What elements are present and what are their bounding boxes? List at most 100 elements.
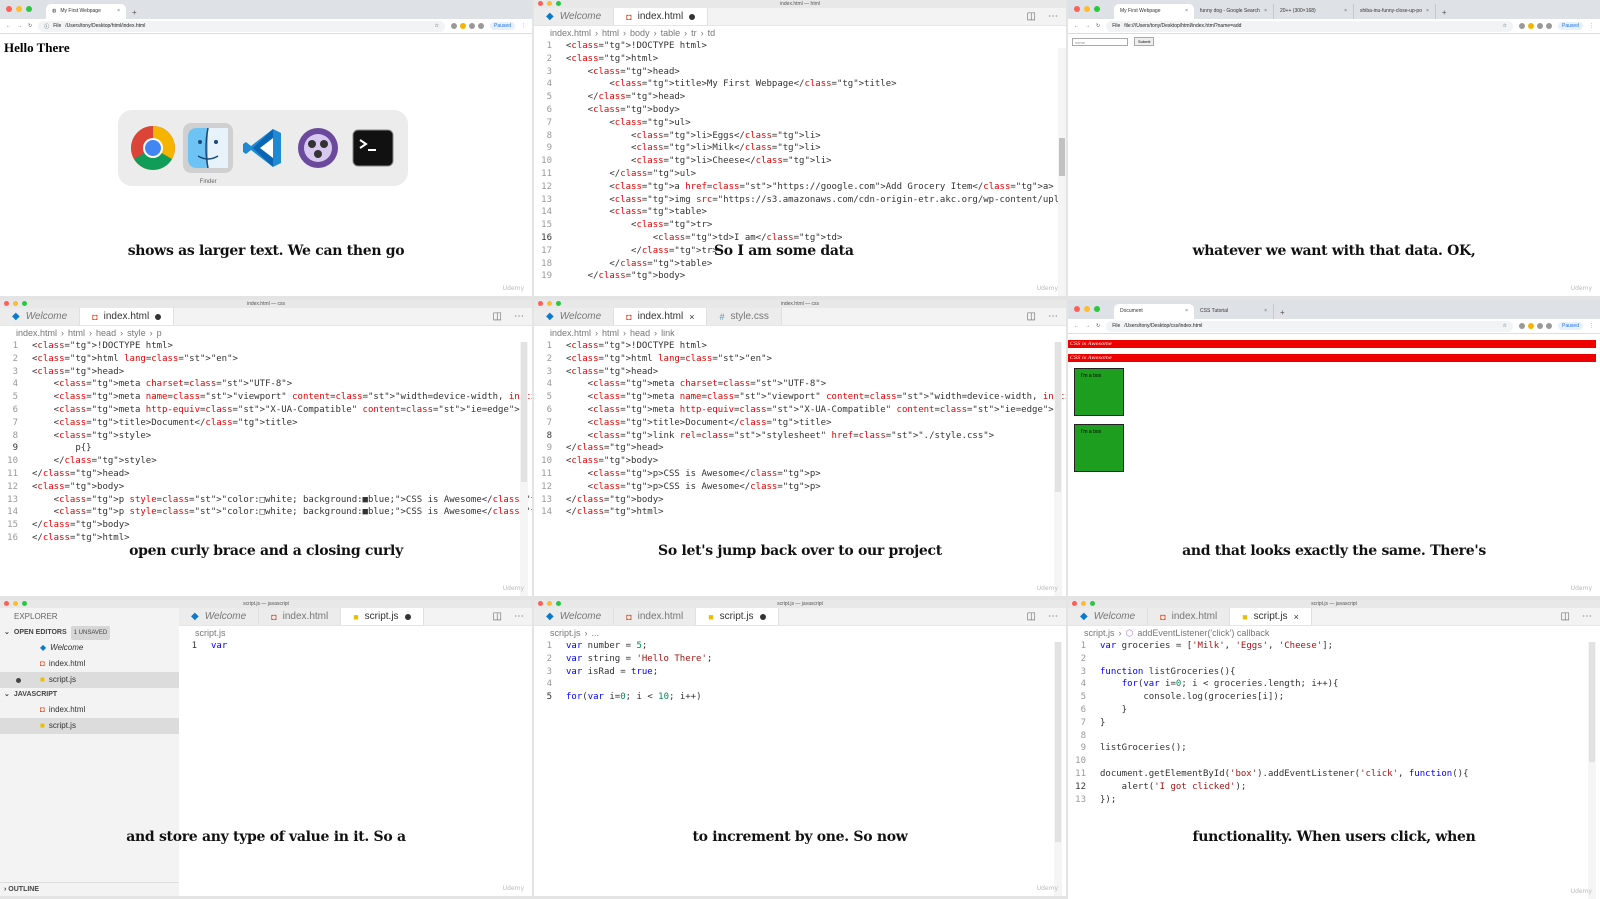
tab-welcome[interactable]: ◆ Welcome (534, 8, 615, 25)
open-editor-item[interactable]: ■ script.js (0, 672, 179, 688)
extensions[interactable] (1519, 323, 1553, 329)
code-line[interactable]: 10 <class="tg">body> (534, 455, 1066, 468)
tab-welcome[interactable]: ◆ Welcome (534, 608, 615, 625)
file-item[interactable]: ◘ index.html (0, 702, 179, 718)
open-editors-section[interactable]: ⌄ OPEN EDITORS 1 UNSAVED (0, 626, 179, 640)
chrome-icon[interactable] (128, 123, 178, 173)
open-editor-item[interactable]: ◘ index.html (0, 656, 179, 672)
tab-welcome[interactable]: ◆ Welcome (1068, 608, 1149, 625)
browser-tab[interactable]: ◍ My First Webpage × (46, 4, 126, 19)
code-line[interactable]: 14 <class="tg">p style=class="st">"color… (0, 506, 532, 519)
tab-script-js[interactable]: ■ script.js (696, 608, 779, 625)
split-editor-icon[interactable]: ◫ (493, 311, 502, 322)
new-tab-button[interactable]: + (126, 6, 143, 19)
unsaved-dot[interactable] (689, 13, 696, 20)
code-line[interactable]: 15 </class="tg">body> (0, 519, 532, 532)
code-line[interactable]: 4 <class="tg">meta charset=class="st">"U… (0, 378, 532, 391)
code-editor[interactable]: 1 var (179, 640, 532, 700)
code-line[interactable]: 12 <class="tg">p>CSS is Awesome</class="… (534, 481, 1066, 494)
code-line[interactable]: 4 <class="tg">meta charset=class="st">"U… (534, 378, 1066, 391)
code-line[interactable]: 8 <class="tg">link rel=class="st">"style… (534, 430, 1066, 443)
new-tab-button[interactable]: + (1436, 6, 1453, 19)
code-line[interactable]: 14 <class="tg">table> (534, 206, 1066, 219)
code-line[interactable]: 11 document.getElementById('box').addEven… (1068, 768, 1600, 781)
browser-tab[interactable]: 20++ (300×168) × (1274, 4, 1354, 19)
browser-tab[interactable]: shiba-inu-funny-close-up-po × (1354, 4, 1436, 19)
more-icon[interactable]: ⋯ (1048, 311, 1058, 322)
code-line[interactable]: 2 <class="tg">html> (534, 53, 1066, 66)
menu-icon[interactable]: ⋮ (1589, 323, 1594, 329)
more-icon[interactable]: ⋯ (514, 611, 524, 622)
tab-index-html[interactable]: ◘ index.html (614, 8, 709, 25)
tab-index-html[interactable]: ◘ index.html × (614, 308, 708, 325)
code-line[interactable]: 9 </class="tg">head> (534, 442, 1066, 455)
vscode-icon[interactable] (238, 123, 288, 173)
browser-tab[interactable]: funny dog - Google Search × (1194, 4, 1274, 19)
code-line[interactable]: 9 p{} (0, 442, 532, 455)
forward-icon[interactable]: → (1085, 23, 1090, 29)
reload-icon[interactable]: ↻ (1096, 23, 1100, 29)
tab-script-js[interactable]: ■ script.js × (1230, 608, 1312, 625)
code-line[interactable]: 5 console.log(groceries[i]); (1068, 691, 1600, 704)
close-icon[interactable]: × (1294, 612, 1299, 622)
url-field[interactable]: ⓘ File/Users/tony/Desktop/html/index.html… (38, 20, 446, 32)
more-icon[interactable]: ⋯ (1048, 611, 1058, 622)
code-editor[interactable]: 1 <class="tg">!DOCTYPE html> 2 <class="tg">… (0, 340, 532, 550)
code-line[interactable]: 3 var isRad = true; (534, 666, 1066, 679)
menu-icon[interactable]: ⋮ (521, 23, 526, 29)
code-line[interactable]: 9 <class="tg">li>Milk</class="tg">li> (534, 142, 1066, 155)
code-line[interactable]: 19 </class="tg">body> (534, 270, 1066, 283)
split-editor-icon[interactable]: ◫ (1027, 311, 1036, 322)
menu-icon[interactable]: ⋮ (1589, 23, 1594, 29)
code-line[interactable]: 11 </class="tg">head> (0, 468, 532, 481)
star-icon[interactable]: ☆ (435, 23, 439, 29)
split-editor-icon[interactable]: ◫ (1561, 611, 1570, 622)
browser-tab[interactable]: My First Webpage × (1114, 4, 1194, 19)
tab-index-html[interactable]: ◘ index.html (80, 308, 175, 325)
tab-index-html[interactable]: ◘ index.html (614, 608, 697, 625)
url-field[interactable]: File file:///Users/tony/Desktop/html/inde… (1106, 20, 1514, 32)
split-editor-icon[interactable]: ◫ (1027, 11, 1036, 22)
code-line[interactable]: 8 (1068, 730, 1600, 743)
code-line[interactable]: 6 } (1068, 704, 1600, 717)
extensions[interactable] (451, 23, 485, 29)
name-input[interactable]: name (1072, 37, 1128, 46)
code-line[interactable]: 10 <class="tg">li>Cheese</class="tg">li> (534, 155, 1066, 168)
split-editor-icon[interactable]: ◫ (493, 611, 502, 622)
code-line[interactable]: 13}); (1068, 794, 1600, 807)
file-item[interactable]: ■ script.js (0, 718, 179, 734)
code-line[interactable]: 1 var (179, 640, 532, 653)
code-line[interactable]: 1 <class="tg">!DOCTYPE html> (534, 340, 1066, 353)
code-line[interactable]: 18 </class="tg">table> (534, 258, 1066, 271)
finder-icon[interactable]: Finder (183, 123, 234, 185)
code-editor[interactable]: 1 var groceries = ['Milk', 'Eggs', 'Chees… (1068, 640, 1600, 815)
code-line[interactable]: 7 <class="tg">ul> (534, 117, 1066, 130)
code-line[interactable]: 12 <class="tg">body> (0, 481, 532, 494)
code-line[interactable]: 7} (1068, 717, 1600, 730)
tab-index-html[interactable]: ◘ index.html (1148, 608, 1231, 625)
forward-icon[interactable]: → (17, 23, 22, 29)
tab-index-html[interactable]: ◘ index.html (259, 608, 342, 625)
reload-icon[interactable]: ↻ (1096, 323, 1100, 329)
tab-welcome[interactable]: ◆ Welcome (534, 308, 615, 325)
paused-badge[interactable]: Paused (1558, 22, 1583, 30)
code-line[interactable]: 2 (1068, 653, 1600, 666)
code-line[interactable]: 1 <class="tg">!DOCTYPE html> (534, 40, 1066, 53)
code-line[interactable]: 11 </class="tg">ul> (534, 168, 1066, 181)
extensions[interactable] (1519, 23, 1553, 29)
code-line[interactable]: 7 <class="tg">title>Document</class="tg"… (0, 417, 532, 430)
code-line[interactable]: 5 <class="tg">meta name=class="st">"view… (534, 391, 1066, 404)
code-line[interactable]: 13 <class="tg">img src="https://s3.amazo… (534, 194, 1066, 207)
motion-icon[interactable] (293, 123, 343, 173)
forward-icon[interactable]: → (1085, 323, 1090, 329)
code-line[interactable]: 2 <class="tg">html lang=class="st">"en"> (0, 353, 532, 366)
scrollbar[interactable] (1054, 642, 1062, 896)
more-icon[interactable]: ⋯ (1582, 611, 1592, 622)
split-editor-icon[interactable]: ◫ (1027, 611, 1036, 622)
code-line[interactable]: 3 <class="tg">head> (534, 366, 1066, 379)
close-icon[interactable]: × (117, 8, 120, 19)
code-line[interactable]: 8 <class="tg">style> (0, 430, 532, 443)
code-line[interactable]: 12 alert('I got clicked'); (1068, 781, 1600, 794)
code-line[interactable]: 1 var groceries = ['Milk', 'Eggs', 'Chees… (1068, 640, 1600, 653)
code-line[interactable]: 2 var string = 'Hello There'; (534, 653, 1066, 666)
